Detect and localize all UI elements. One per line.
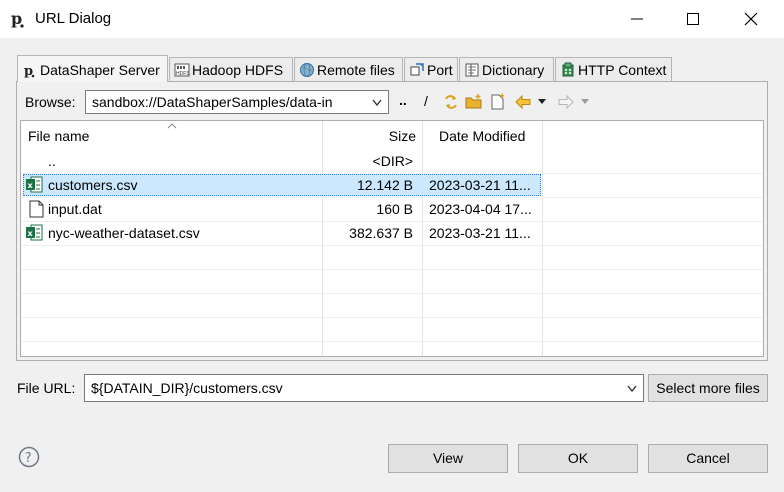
minimize-icon — [631, 18, 643, 20]
row-divider — [21, 293, 763, 294]
ok-button-label: OK — [567, 450, 589, 466]
file-size-cell: 12.142 B — [356, 177, 413, 193]
dictionary-icon — [465, 63, 479, 77]
row-divider — [21, 341, 763, 342]
excel-icon: x — [26, 224, 43, 241]
row-divider — [21, 245, 763, 246]
view-button[interactable]: View — [388, 444, 508, 473]
refresh-icon[interactable] — [442, 93, 460, 111]
datashaper-app-icon: p — [11, 9, 24, 28]
forward-history-chevron-icon — [581, 99, 589, 104]
tab-label: Hadoop HDFS — [192, 62, 284, 78]
tab-hadoop-hdfs[interactable]: HDFS Hadoop HDFS — [169, 57, 293, 82]
file-date-cell: 2023-04-04 17... — [429, 201, 532, 217]
tab-http-context[interactable]: HTTP Context — [555, 57, 672, 82]
file-date-cell: 2023-03-21 11... — [429, 177, 531, 193]
chevron-down-icon — [372, 99, 382, 107]
file-date-cell: 2023-03-21 11... — [429, 225, 531, 241]
hdfs-icon: HDFS — [174, 63, 190, 77]
browse-label: Browse: — [25, 94, 76, 110]
view-button-label: View — [432, 450, 464, 466]
file-icon — [29, 200, 44, 218]
select-more-files-label: Select more files — [656, 380, 760, 396]
browse-path-value: sandbox://DataShaperSamples/data-in — [92, 94, 333, 110]
file-size-cell: 160 B — [376, 201, 413, 217]
file-url-label: File URL: — [17, 380, 76, 396]
window-title: URL Dialog — [35, 10, 112, 27]
root-directory-button[interactable]: / — [424, 93, 442, 111]
row-divider — [21, 197, 763, 198]
tab-label: DataShaper Server — [40, 62, 160, 78]
globe-icon — [300, 63, 314, 77]
file-size-cell: 382.637 B — [349, 225, 413, 241]
tab-dictionary[interactable]: Dictionary — [459, 57, 554, 82]
http-context-icon — [562, 62, 574, 77]
new-file-icon[interactable] — [489, 93, 507, 111]
file-name-cell: input.dat — [48, 201, 102, 217]
close-icon — [744, 12, 758, 26]
svg-text:?: ? — [25, 451, 32, 466]
file-url-combo[interactable]: ${DATAIN_DIR}/customers.csv — [84, 374, 644, 402]
file-name-cell: nyc-weather-dataset.csv — [48, 225, 200, 241]
back-history-chevron-icon[interactable] — [536, 96, 548, 106]
excel-icon: x — [26, 176, 43, 193]
column-header-date-modified[interactable]: Date Modified — [423, 121, 542, 149]
cancel-button-label: Cancel — [686, 450, 730, 466]
column-separator — [322, 121, 323, 356]
sort-ascending-icon — [167, 123, 177, 129]
maximize-icon — [687, 13, 699, 25]
tab-label: Port — [427, 62, 453, 78]
chevron-down-icon — [627, 385, 637, 393]
select-more-files-button[interactable]: Select more files — [648, 374, 768, 402]
row-divider — [21, 269, 763, 270]
file-table[interactable]: File name Size Date Modified .. <DIR> x … — [20, 120, 764, 357]
close-button[interactable] — [728, 0, 774, 38]
svg-text:x: x — [28, 181, 34, 190]
svg-text:x: x — [28, 229, 34, 238]
ok-button[interactable]: OK — [518, 444, 638, 473]
tab-port[interactable]: Port — [404, 57, 458, 82]
column-header-label: Size — [388, 128, 416, 144]
svg-text:HDFS: HDFS — [176, 71, 190, 77]
help-icon[interactable]: ? — [18, 446, 40, 468]
column-separator — [422, 121, 423, 356]
cancel-button[interactable]: Cancel — [648, 444, 768, 473]
column-header-file-name[interactable]: File name — [21, 121, 322, 149]
datashaper-icon: p — [24, 64, 35, 78]
row-divider — [21, 317, 763, 318]
file-name-cell: customers.csv — [48, 177, 138, 193]
parent-directory-button[interactable]: .. — [399, 92, 417, 110]
tab-label: Remote files — [317, 62, 395, 78]
title-bar: p URL Dialog — [0, 0, 784, 38]
column-header-label: File name — [28, 128, 90, 144]
file-size-cell: <DIR> — [372, 153, 413, 169]
file-url-value: ${DATAIN_DIR}/customers.csv — [91, 380, 283, 396]
file-name-cell: .. — [48, 153, 56, 169]
tab-datashaper-server[interactable]: p DataShaper Server — [17, 55, 168, 82]
row-divider — [21, 221, 763, 222]
tab-label: Dictionary — [482, 62, 545, 78]
forward-arrow-icon — [558, 94, 574, 110]
new-folder-icon[interactable] — [465, 93, 483, 111]
column-header-size[interactable]: Size — [323, 121, 422, 149]
column-separator — [542, 121, 543, 356]
port-icon — [410, 63, 424, 76]
maximize-button[interactable] — [670, 0, 716, 38]
svg-text:p: p — [11, 9, 22, 28]
column-header-label: Date Modified — [439, 128, 526, 144]
tab-label: HTTP Context — [578, 62, 667, 78]
browse-path-combo[interactable]: sandbox://DataShaperSamples/data-in — [85, 90, 389, 114]
minimize-button[interactable] — [614, 0, 660, 38]
tab-remote-files[interactable]: Remote files — [294, 57, 403, 82]
back-arrow-icon[interactable] — [514, 93, 532, 111]
